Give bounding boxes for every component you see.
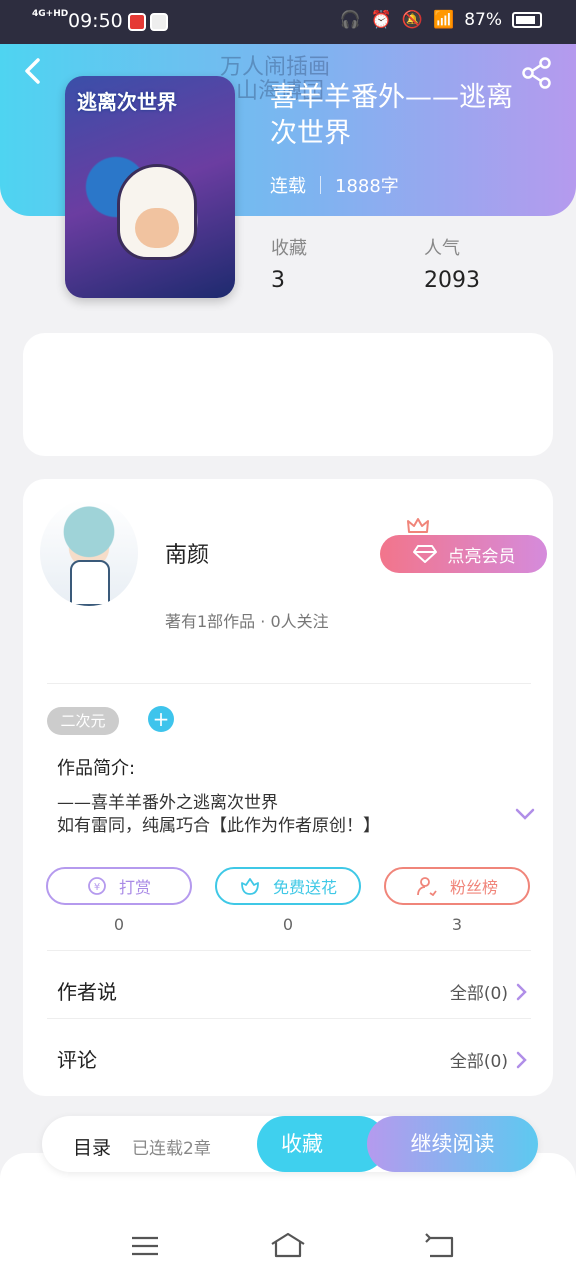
headphone-icon: 🎧 bbox=[339, 10, 361, 30]
toc-button[interactable]: 目录 bbox=[73, 1133, 111, 1160]
author-name[interactable]: 南颜 bbox=[165, 537, 209, 569]
book-title: 喜羊羊番外——逃离次世界 bbox=[270, 82, 513, 149]
tip-count: 0 bbox=[113, 915, 125, 934]
vip-button-label: 点亮会员 bbox=[447, 546, 516, 567]
home-icon[interactable] bbox=[268, 1228, 308, 1264]
return-icon[interactable] bbox=[420, 1228, 460, 1264]
author-says-label[interactable]: 作者说 bbox=[57, 976, 117, 1005]
comments-all[interactable]: 全部(0) bbox=[450, 1047, 528, 1072]
chevron-right-icon bbox=[516, 983, 527, 1000]
crown-icon bbox=[407, 518, 429, 533]
fan-rank-button[interactable]: 粉丝榜 bbox=[384, 867, 530, 905]
serial-status: 已连载2章 bbox=[132, 1139, 211, 1159]
divider bbox=[47, 683, 531, 684]
popularity-label: 人气 bbox=[424, 238, 460, 259]
author-says-all-label: 全部(0) bbox=[449, 984, 508, 1004]
favorites-count: 3 bbox=[271, 268, 285, 293]
word-count: 1888字 bbox=[335, 176, 399, 197]
divider bbox=[47, 950, 531, 951]
fan-count: 3 bbox=[451, 915, 463, 934]
add-tag-button[interactable]: + bbox=[148, 706, 174, 732]
cover-character-face bbox=[135, 208, 179, 248]
chevron-right-icon bbox=[516, 1051, 527, 1068]
divider bbox=[47, 1018, 531, 1019]
flower-icon bbox=[241, 878, 259, 895]
author-stats: 著有1部作品 · 0人关注 bbox=[165, 612, 329, 631]
notification-app-icon bbox=[128, 13, 146, 31]
book-meta: 连载 1888字 bbox=[270, 172, 399, 198]
popularity-count: 2093 bbox=[424, 268, 480, 293]
vip-button[interactable]: 点亮会员 bbox=[380, 535, 547, 573]
comments-label[interactable]: 评论 bbox=[57, 1044, 97, 1073]
wifi-icon: 📶 bbox=[433, 10, 455, 30]
send-flower-button[interactable]: 免费送花 bbox=[215, 867, 361, 905]
menu-icon[interactable] bbox=[125, 1228, 165, 1264]
favorites-label: 收藏 bbox=[271, 238, 307, 259]
fan-icon bbox=[417, 877, 437, 896]
svg-text:¥: ¥ bbox=[94, 882, 100, 893]
author-says-all[interactable]: 全部(0) bbox=[450, 979, 528, 1004]
blank-card bbox=[23, 333, 553, 456]
intro-line-2: 如有雷同，纯属巧合【此作为作者原创！】 bbox=[57, 816, 380, 836]
status-time: 09:50 bbox=[68, 10, 123, 32]
comments-all-label: 全部(0) bbox=[449, 1052, 508, 1072]
author-avatar[interactable] bbox=[40, 500, 138, 606]
chevron-down-icon[interactable] bbox=[514, 806, 536, 822]
notification-app-icon-2 bbox=[150, 13, 168, 31]
back-arrow-icon[interactable] bbox=[18, 54, 48, 88]
alarm-icon: ⏰ bbox=[370, 10, 392, 30]
battery-icon bbox=[512, 12, 542, 28]
intro-label: 作品简介: bbox=[57, 758, 136, 779]
status-bar: 4G+HD 09:50 🎧 ⏰ 🔕 📶 87% bbox=[0, 0, 576, 44]
flower-count: 0 bbox=[282, 915, 294, 934]
tip-button[interactable]: ¥ 打赏 bbox=[46, 867, 192, 905]
intro-line-1: ——喜羊羊番外之逃离次世界 bbox=[57, 793, 278, 813]
mute-icon: 🔕 bbox=[401, 10, 424, 30]
coin-icon: ¥ bbox=[88, 877, 106, 895]
book-cover[interactable]: 逃离次世界 bbox=[65, 76, 235, 298]
battery-percent: 87% bbox=[464, 10, 502, 30]
network-indicator: 4G+HD bbox=[32, 9, 69, 19]
cover-title: 逃离次世界 bbox=[77, 90, 177, 114]
intro-text: ——喜羊羊番外之逃离次世界 如有雷同，纯属巧合【此作为作者原创！】 bbox=[57, 792, 380, 838]
genre-tag[interactable]: 二次元 bbox=[47, 707, 119, 735]
fan-rank-label: 粉丝榜 bbox=[449, 878, 498, 897]
send-flower-label: 免费送花 bbox=[272, 878, 337, 897]
tip-label: 打赏 bbox=[118, 878, 151, 897]
meta-divider bbox=[320, 176, 321, 194]
continue-reading-button[interactable]: 继续阅读 bbox=[367, 1116, 538, 1172]
status-right: 🎧 ⏰ 🔕 📶 87% bbox=[340, 10, 542, 30]
book-status: 连载 bbox=[270, 176, 306, 197]
diamond-icon bbox=[412, 545, 437, 563]
